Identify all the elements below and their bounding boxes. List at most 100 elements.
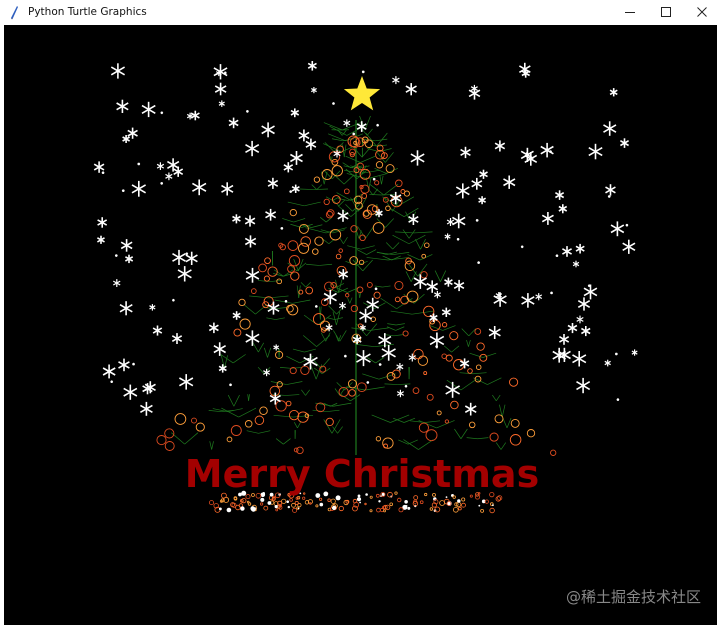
tree-branch — [325, 196, 333, 201]
snowflake-icon — [218, 100, 225, 107]
ornament — [467, 368, 473, 374]
snowflake-icon — [337, 209, 349, 222]
tree-branch — [454, 428, 462, 439]
snowflake-icon — [366, 297, 380, 312]
tree-branch — [301, 389, 306, 396]
snowflake-icon — [372, 177, 376, 181]
close-button[interactable] — [684, 0, 720, 24]
maximize-button[interactable] — [648, 0, 684, 24]
ornament — [395, 179, 403, 188]
ground-dot — [461, 497, 466, 502]
tree-branch — [395, 326, 405, 331]
tree-branch — [375, 357, 385, 364]
ornament — [230, 425, 242, 436]
tree-branch — [487, 377, 502, 385]
tree-branch — [502, 417, 508, 429]
tree-branch — [184, 432, 199, 445]
snowflake-icon — [576, 377, 591, 394]
snowflake-icon — [118, 358, 130, 372]
ornament — [300, 365, 310, 375]
ornament — [394, 280, 404, 291]
ornament — [363, 210, 370, 217]
tree-branch — [495, 442, 502, 450]
tree-branch — [337, 426, 343, 434]
snowflake-icon — [125, 254, 134, 264]
ground-dot — [263, 505, 269, 511]
tree-branch — [356, 249, 367, 255]
snowflake-icon — [433, 291, 441, 299]
ornament — [275, 400, 287, 412]
tree-branch — [403, 207, 419, 217]
minimize-icon — [624, 3, 636, 22]
tree-branch — [473, 372, 487, 375]
tree-branch — [468, 339, 471, 347]
tree-branch — [460, 379, 476, 391]
tree-branch — [320, 217, 327, 223]
snowflake-icon — [577, 297, 591, 311]
ground-dot — [356, 497, 362, 502]
ground-dot — [292, 507, 298, 513]
tree-branch — [282, 218, 294, 223]
tree-branch — [238, 407, 257, 418]
ground-dot — [376, 507, 381, 513]
tree-branch — [334, 317, 343, 320]
snowflake-icon — [455, 183, 470, 199]
tree-branch — [246, 430, 259, 434]
ornament — [489, 432, 499, 442]
title-bar[interactable]: Python Turtle Graphics — [0, 0, 720, 24]
snowflake-icon — [444, 277, 453, 287]
tree-branch — [434, 270, 441, 282]
tree-branch — [415, 238, 421, 250]
ornament — [449, 331, 459, 341]
snowflake-icon — [131, 180, 147, 197]
ground-dot — [275, 508, 279, 512]
ground-dot — [369, 495, 373, 499]
tree-branch — [233, 394, 240, 407]
ornament — [347, 379, 358, 389]
tree-branch — [275, 317, 285, 320]
snowflake-icon — [97, 217, 108, 228]
close-icon — [696, 3, 708, 22]
snowflake-icon — [366, 381, 370, 384]
tree-branch — [382, 285, 391, 288]
tree-branch — [443, 345, 452, 353]
tree-branch — [227, 394, 235, 407]
snowflake-icon — [102, 364, 116, 379]
snowflake-icon — [305, 138, 317, 151]
ornament — [298, 242, 310, 254]
tree-branch — [322, 143, 342, 152]
snowflake-icon — [245, 110, 249, 113]
snowflake-icon — [310, 87, 317, 94]
snowflake-icon — [156, 162, 165, 170]
snowflake-icon — [520, 245, 524, 249]
tree-branch — [387, 323, 397, 326]
watermark-text: @稀土掘金技术社区 — [565, 588, 701, 606]
snowflake-icon — [291, 184, 300, 193]
tree-branch — [425, 420, 441, 423]
ornament — [394, 296, 401, 303]
ground-dot — [318, 497, 323, 501]
ornament — [259, 406, 268, 415]
ornament — [358, 259, 365, 266]
snowflake-icon — [588, 143, 603, 160]
tree-branch — [339, 388, 345, 396]
tree-branch — [323, 122, 343, 131]
ornament — [254, 415, 265, 426]
minimize-button[interactable] — [612, 0, 648, 24]
tree-branch — [402, 229, 410, 239]
snowflake-icon — [160, 182, 164, 185]
tree-branch — [360, 245, 375, 250]
ground-dot — [398, 507, 404, 513]
tree-branch — [349, 297, 353, 304]
tree-branch — [257, 366, 265, 374]
snowflake-icon — [289, 190, 293, 193]
snowflake-icon — [396, 363, 404, 371]
snowflake-icon — [314, 305, 318, 308]
ornament — [526, 429, 536, 438]
snowflake-icon — [192, 179, 207, 196]
turtle-canvas[interactable]: Merry Christmas @稀土掘金技术社区 — [4, 25, 717, 625]
ground-dot — [439, 500, 446, 506]
ground-dot — [246, 500, 250, 504]
tree-branch — [366, 128, 373, 136]
snowflake-icon — [488, 326, 501, 339]
